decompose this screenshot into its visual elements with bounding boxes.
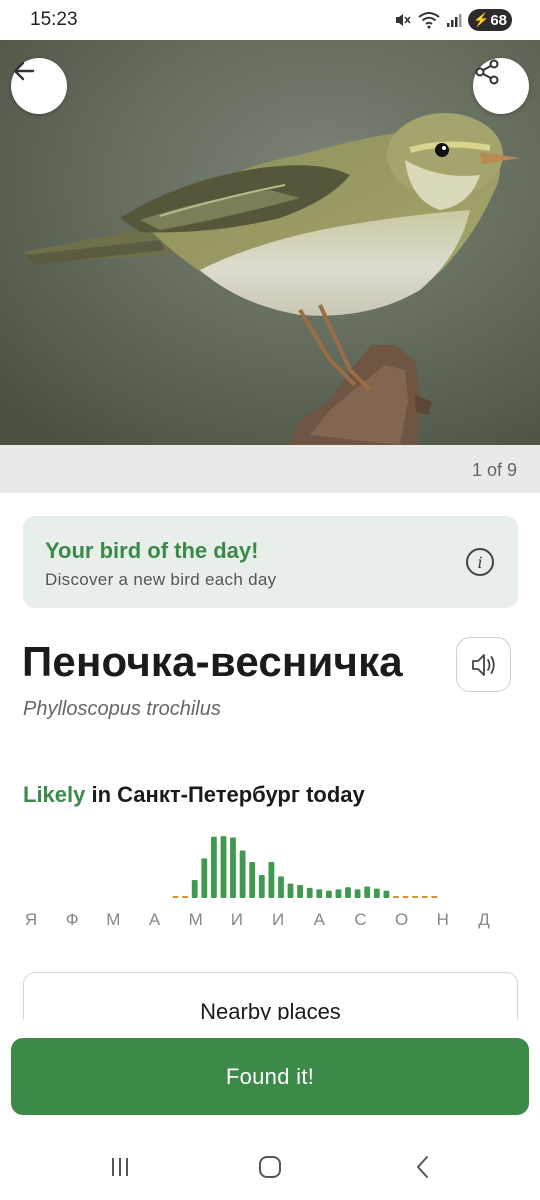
- chart-bar: [258, 875, 265, 898]
- chart-bar-low: [393, 896, 399, 898]
- status-bar: 15:23 ⚡ 68: [0, 0, 540, 40]
- found-it-button[interactable]: Found it!: [11, 1038, 529, 1115]
- chart-bar: [373, 888, 380, 898]
- month-tick-label: М: [188, 910, 203, 929]
- status-time: 15:23: [30, 9, 78, 30]
- chart-bar: [230, 837, 236, 898]
- battery-indicator: ⚡ 68: [468, 9, 512, 31]
- chart-bar-low: [421, 896, 428, 898]
- chart-bar: [278, 876, 284, 898]
- chart-bar-low: [172, 896, 179, 898]
- species-common-name: Пеночка-весничка: [22, 638, 403, 685]
- month-tick-label: Н: [436, 910, 449, 929]
- home-icon: [259, 1156, 281, 1178]
- chart-bar: [268, 862, 275, 898]
- signal-icon: [447, 14, 462, 27]
- month-tick-label: А: [148, 910, 161, 929]
- bird-of-day-title: Your bird of the day!: [45, 538, 259, 563]
- arrow-left-icon: [13, 61, 35, 81]
- month-tick-label: И: [230, 910, 244, 929]
- species-latin-name: Phylloscopus trochilus: [23, 698, 221, 720]
- likelihood-location: in Санкт-Петербург today: [85, 782, 365, 807]
- status-icons: ⚡ 68: [394, 8, 512, 32]
- mute-icon: [396, 14, 411, 26]
- chart-bar: [326, 890, 332, 898]
- system-nav-bar: [0, 1140, 540, 1200]
- likelihood-text: Likely in Санкт-Петербург today: [23, 782, 365, 808]
- chart-bar: [383, 890, 390, 898]
- chart-bar-low: [182, 896, 188, 898]
- nav-back-button[interactable]: [403, 1152, 443, 1182]
- chart-bar: [191, 880, 198, 898]
- chart-bar: [201, 858, 208, 898]
- month-tick-label: О: [395, 910, 409, 929]
- month-tick-label: Я: [24, 910, 38, 929]
- nav-home-button[interactable]: [250, 1152, 290, 1182]
- chart-bar-low: [412, 896, 418, 898]
- speaker-icon: [471, 653, 495, 676]
- chart-bar: [335, 889, 342, 898]
- month-tick-label: А: [313, 910, 325, 929]
- chart-bar: [211, 836, 217, 898]
- share-icon: [475, 59, 499, 85]
- nav-recents-button[interactable]: [100, 1152, 140, 1182]
- info-icon: i: [477, 552, 483, 572]
- month-tick-label: И: [271, 910, 285, 929]
- chart-bar: [287, 883, 294, 898]
- chart-bar: [239, 850, 246, 898]
- chart-bar: [297, 885, 303, 898]
- chart-bar: [249, 862, 256, 898]
- likelihood-word: Likely: [23, 782, 86, 807]
- chart-bar: [364, 886, 371, 898]
- chart-bar: [354, 889, 361, 898]
- chart-bar: [306, 887, 313, 898]
- gallery-counter: 1 of 9: [471, 460, 517, 480]
- play-sound-button[interactable]: [456, 637, 511, 692]
- chart-bar-low: [431, 896, 438, 898]
- gallery-strip: 1 of 9: [0, 445, 540, 493]
- wifi-icon: [418, 12, 440, 29]
- bird-illustration: [0, 40, 540, 445]
- bird-photo[interactable]: [0, 40, 540, 445]
- back-button[interactable]: [11, 58, 67, 114]
- battery-level: 68: [490, 11, 507, 29]
- month-axis: ЯФМАМИИАСОНД: [0, 910, 540, 934]
- chart-bar: [220, 836, 227, 898]
- month-tick-label: Ф: [65, 910, 79, 929]
- bird-of-day-subtitle: Discover a new bird each day: [45, 570, 277, 589]
- month-tick-label: Д: [478, 910, 490, 929]
- charging-icon: ⚡: [473, 12, 490, 27]
- month-tick-label: М: [106, 910, 121, 929]
- chart-bar-low: [402, 896, 409, 898]
- chart-bar: [316, 889, 323, 898]
- bird-of-day-card[interactable]: Your bird of the day! Discover a new bir…: [23, 516, 518, 608]
- seasonality-chart: [172, 836, 438, 898]
- recents-icon: [112, 1158, 128, 1176]
- chevron-left-icon: [417, 1156, 428, 1178]
- info-button[interactable]: i: [466, 548, 494, 576]
- chart-bar: [345, 887, 351, 898]
- share-button[interactable]: [473, 58, 529, 114]
- month-tick-label: С: [354, 910, 367, 929]
